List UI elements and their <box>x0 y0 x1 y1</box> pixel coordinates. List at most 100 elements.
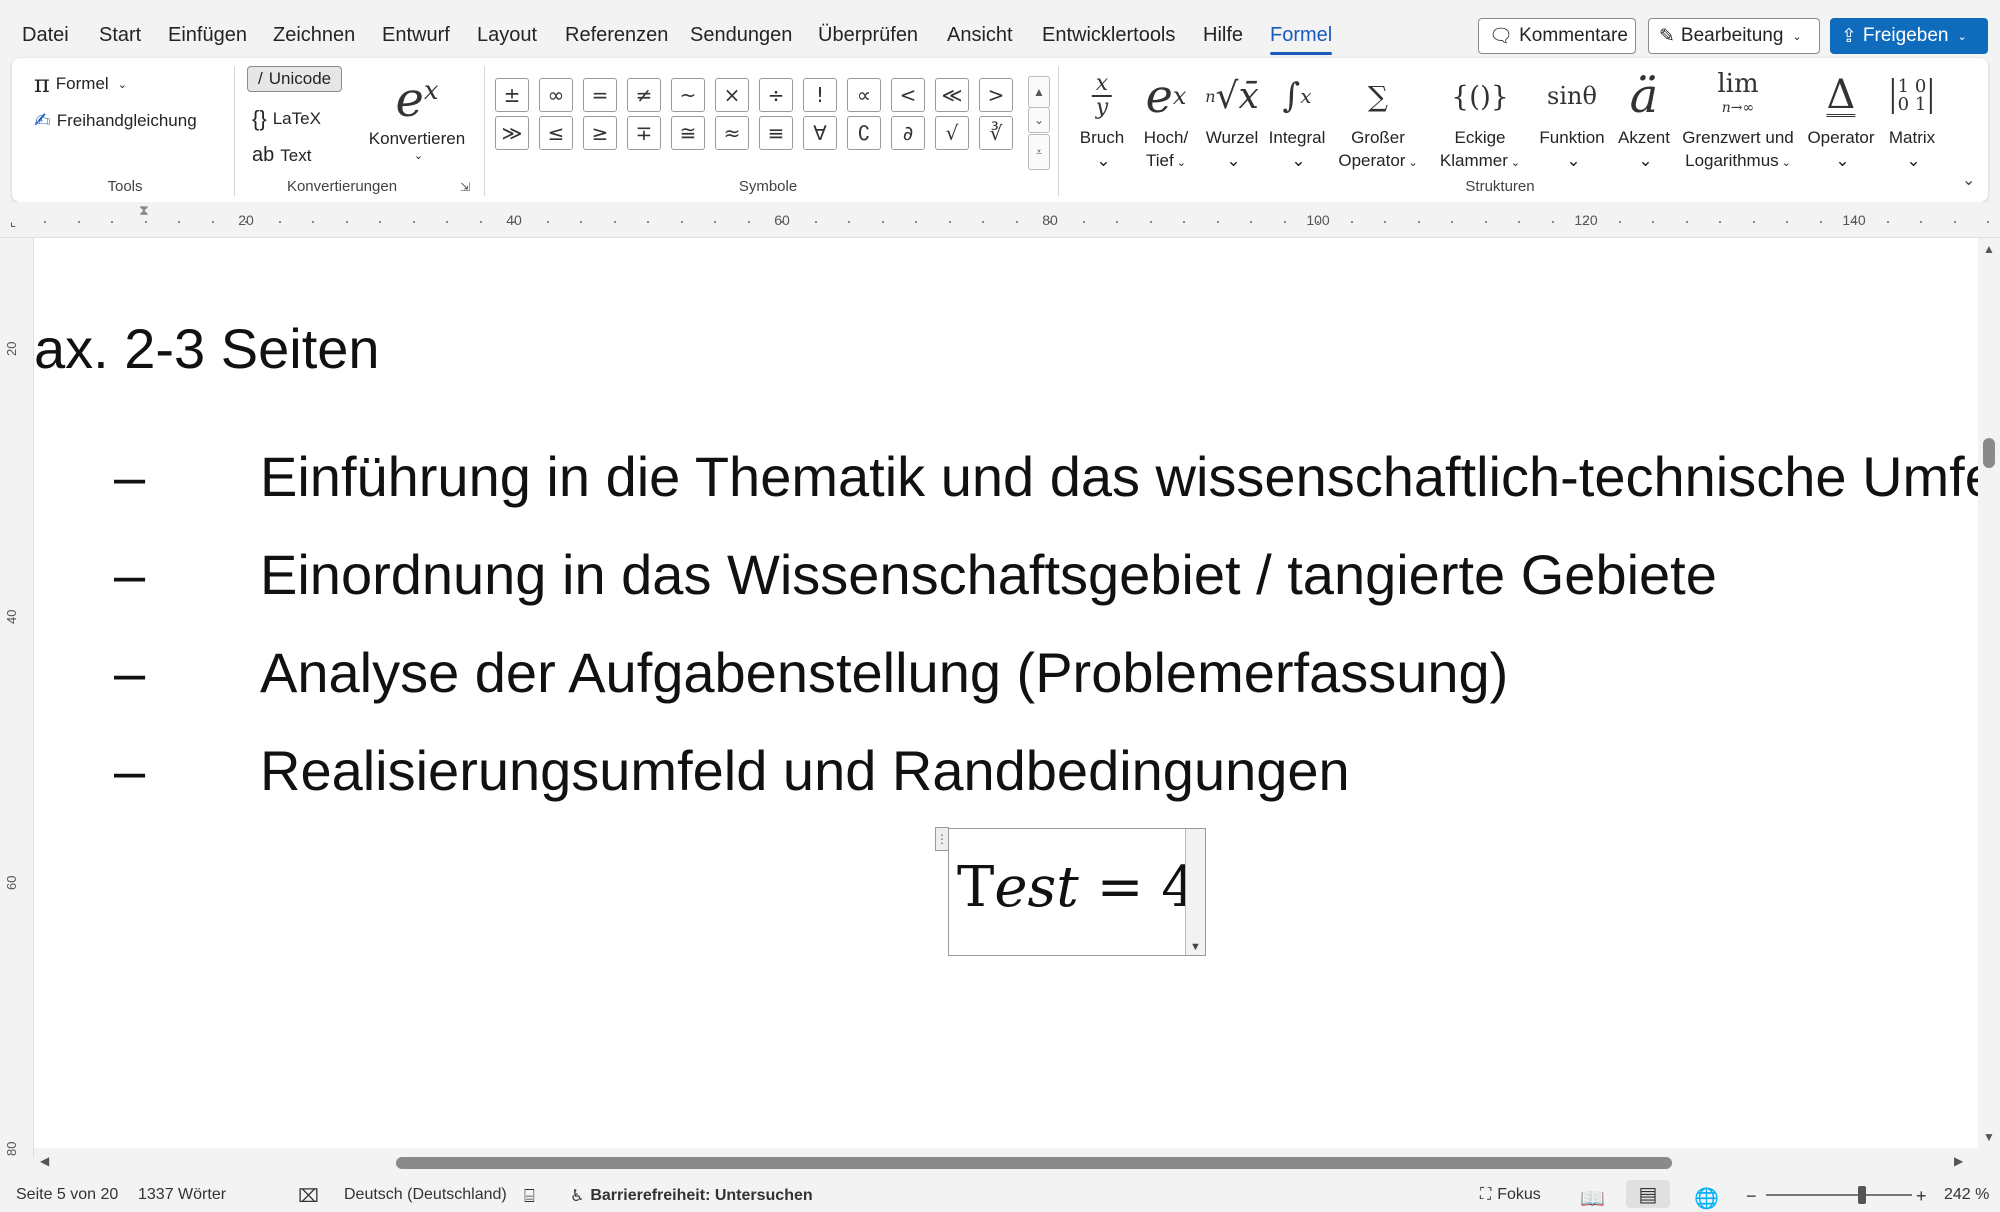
tab-ueberpruefen[interactable]: Überprüfen <box>818 24 918 47</box>
chevron-down-icon: ⌄ <box>1906 151 1921 170</box>
symbol-button[interactable]: ± <box>495 78 529 112</box>
equation-options-button[interactable]: ▼ <box>1185 829 1205 955</box>
tab-start[interactable]: Start <box>99 24 141 47</box>
web-layout-icon[interactable]: 🌐 <box>1694 1186 1719 1211</box>
tab-entwicklertools[interactable]: Entwicklertools <box>1042 24 1175 47</box>
ink-equation-button[interactable]: ✍ Freihandgleichung <box>34 108 197 133</box>
symbol-button[interactable]: ≤ <box>539 116 573 150</box>
group-divider <box>484 66 485 196</box>
page-count[interactable]: Seite 5 von 20 <box>16 1186 118 1204</box>
symbol-button[interactable]: ∀ <box>803 116 837 150</box>
tab-ansicht[interactable]: Ansicht <box>947 24 1013 47</box>
gallery-scroll-up-icon[interactable]: ▲ <box>1028 76 1050 108</box>
word-count[interactable]: 1337 Wörter <box>138 1186 226 1204</box>
zoom-level[interactable]: 242 % <box>1944 1186 1989 1204</box>
integral-button[interactable]: ∫ x Integral ⌄ <box>1269 66 1326 172</box>
symbol-button[interactable]: ∂ <box>891 116 925 150</box>
symbol-button[interactable]: = <box>583 78 617 112</box>
function-button[interactable]: sinθ Funktion ⌄ <box>1539 66 1604 172</box>
formula-button[interactable]: π Formel ⌄ <box>34 70 127 98</box>
gallery-expand-icon[interactable]: ⩡ <box>1028 134 1050 170</box>
macro-recorder-icon[interactable]: ⌸ <box>524 1186 535 1207</box>
vertical-scroll-thumb[interactable] <box>1983 438 1995 468</box>
tab-hilfe[interactable]: Hilfe <box>1203 24 1243 47</box>
gallery-scroll-down-icon[interactable]: ⌄ <box>1028 107 1050 133</box>
tab-sendungen[interactable]: Sendungen <box>690 24 792 47</box>
focus-mode-button[interactable]: ⛶ Fokus <box>1480 1186 1541 1204</box>
text-button[interactable]: ab Text <box>252 144 311 167</box>
symbol-button[interactable]: √ <box>935 116 969 150</box>
tab-einfuegen[interactable]: Einfügen <box>168 24 247 47</box>
tab-stop-selector-icon[interactable]: ⌞ <box>10 214 16 230</box>
horizontal-scrollbar[interactable]: ◀ ▶ <box>34 1148 1978 1176</box>
large-operator-button[interactable]: ∑ Großer Operator ⌄ <box>1338 66 1417 175</box>
equation-drag-handle-icon[interactable]: ⋮ <box>935 827 949 851</box>
editing-mode-button[interactable]: ✎ Bearbeitung ⌄ <box>1648 18 1820 54</box>
share-button[interactable]: ⇪ Freigeben ⌄ <box>1830 18 1988 54</box>
scroll-right-icon[interactable]: ▶ <box>1954 1154 1963 1168</box>
symbol-button[interactable]: ≈ <box>715 116 749 150</box>
symbol-button[interactable]: ÷ <box>759 78 793 112</box>
document-page[interactable]: ax. 2-3 Seiten – Einführung in die Thema… <box>34 238 1978 1158</box>
zoom-in-icon[interactable]: + <box>1916 1186 1927 1207</box>
tab-formel[interactable]: Formel <box>1270 24 1333 55</box>
equation-content[interactable]: Test = 4 <box>957 855 1197 920</box>
unicode-button[interactable]: / Unicode <box>247 66 343 92</box>
vertical-scrollbar[interactable]: ▲ ▼ <box>1978 238 2000 1158</box>
bracket-button[interactable]: {()} Eckige Klammer ⌄ <box>1440 66 1520 175</box>
horizontal-scroll-thumb[interactable] <box>396 1157 1672 1169</box>
symbol-button[interactable]: ≪ <box>935 78 969 112</box>
symbol-button[interactable]: < <box>891 78 925 112</box>
print-layout-icon[interactable]: ▤ <box>1626 1180 1670 1208</box>
symbol-button[interactable]: > <box>979 78 1013 112</box>
indent-marker-icon[interactable]: ⧗ <box>139 202 149 219</box>
accessibility-button[interactable]: ♿ Barrierefreiheit: Untersuchen <box>570 1186 813 1206</box>
ruler-tick <box>1015 221 1018 223</box>
fraction-button[interactable]: xy Bruch ⌄ <box>1080 66 1124 172</box>
symbol-button[interactable]: ∛ <box>979 116 1013 150</box>
ink-equation-icon: ✍ <box>34 110 51 132</box>
ribbon-collapse-icon[interactable]: ⌄ <box>1962 170 1975 190</box>
accent-button[interactable]: ä Akzent ⌄ <box>1618 66 1670 172</box>
tab-layout[interactable]: Layout <box>477 24 537 47</box>
scroll-left-icon[interactable]: ◀ <box>40 1154 49 1168</box>
read-mode-icon[interactable]: 📖 <box>1580 1186 1605 1211</box>
tab-zeichnen[interactable]: Zeichnen <box>273 24 355 47</box>
limit-log-button[interactable]: lim n→∞ Grenzwert und Logarithmus ⌄ <box>1682 66 1794 175</box>
text-ab-icon: ab <box>252 144 275 166</box>
tab-referenzen[interactable]: Referenzen <box>565 24 668 47</box>
tab-datei[interactable]: Datei <box>22 24 69 47</box>
symbol-button[interactable]: ! <box>803 78 837 112</box>
symbol-button[interactable]: ∞ <box>539 78 573 112</box>
radical-button[interactable]: n √x̄ Wurzel ⌄ <box>1205 66 1259 172</box>
scroll-down-icon[interactable]: ▼ <box>1983 1130 1995 1144</box>
symbol-button[interactable]: ∁ <box>847 116 881 150</box>
symbol-button[interactable]: ≠ <box>627 78 661 112</box>
comments-button[interactable]: 🗨 Kommentare <box>1478 18 1636 54</box>
zoom-out-icon[interactable]: − <box>1746 1186 1757 1207</box>
scroll-up-icon[interactable]: ▲ <box>1983 242 1995 256</box>
symbol-button[interactable]: ~ <box>671 78 705 112</box>
script-button[interactable]: ex Hoch/ Tief ⌄ <box>1144 66 1188 175</box>
operator-button[interactable]: Δ Operator ⌄ <box>1807 66 1874 172</box>
matrix-button[interactable]: 1 00 1 Matrix ⌄ <box>1889 66 1935 172</box>
symbol-button[interactable]: ∝ <box>847 78 881 112</box>
vertical-ruler[interactable]: 20 40 60 80 <box>0 238 34 1158</box>
latex-button[interactable]: {} LaTeX <box>252 106 321 132</box>
zoom-slider-thumb[interactable] <box>1858 1186 1866 1204</box>
symbol-button[interactable]: ≫ <box>495 116 529 150</box>
dialog-launcher-icon[interactable]: ⇲ <box>460 180 470 194</box>
language-indicator[interactable]: Deutsch (Deutschland) <box>344 1186 507 1204</box>
horizontal-ruler[interactable]: ⌞ ⧗ 20 40 60 80 100 120 140 <box>0 202 2000 238</box>
symbol-button[interactable]: ≡ <box>759 116 793 150</box>
tab-entwurf[interactable]: Entwurf <box>382 24 450 47</box>
zoom-slider[interactable] <box>1766 1194 1912 1196</box>
convert-button[interactable]: ex Konvertieren ⌄ <box>362 62 472 162</box>
equation-box[interactable]: ⋮ Test = 4 ▼ <box>935 827 1206 956</box>
symbol-button[interactable]: ∓ <box>627 116 661 150</box>
symbol-button[interactable]: ≅ <box>671 116 705 150</box>
symbol-button[interactable]: × <box>715 78 749 112</box>
symbol-button[interactable]: ≥ <box>583 116 617 150</box>
proofing-icon[interactable]: ⌧ <box>298 1186 319 1207</box>
chevron-down-icon: ⌄ <box>1835 151 1850 170</box>
